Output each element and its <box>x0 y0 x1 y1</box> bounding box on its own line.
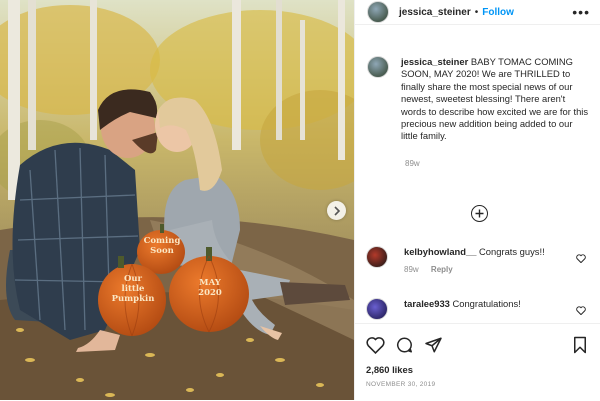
comment-body: kelbyhowland__ Congrats guys!! 89w Reply <box>404 246 545 276</box>
pumpkins <box>98 224 249 337</box>
more-options-icon[interactable]: ••• <box>572 5 590 19</box>
caption-body: BABY TOMAC COMING SOON, MAY 2020! We are… <box>401 56 589 142</box>
reply-button[interactable]: Reply <box>431 265 453 274</box>
small-pumpkin-text: Coming Soon <box>143 236 181 256</box>
share-icon[interactable] <box>424 336 443 354</box>
heart-icon[interactable] <box>366 336 385 354</box>
next-photo-button[interactable] <box>327 201 346 220</box>
comment-like-heart-icon[interactable] <box>576 254 586 263</box>
comment-text: Congratulations! <box>452 298 521 309</box>
avatar[interactable] <box>367 1 389 23</box>
separator-dot: • <box>474 6 479 18</box>
comment-text: Congrats guys!! <box>479 246 545 257</box>
comment-username[interactable]: kelbyhowland__ <box>404 246 476 257</box>
comment-avatar[interactable] <box>366 246 388 268</box>
comment-like-heart-icon[interactable] <box>576 306 586 315</box>
post-date: NOVEMBER 30, 2019 <box>366 381 436 388</box>
instagram-post: Coming Soon Our little Pumpkin MAY 2020 … <box>0 0 600 400</box>
caption-avatar[interactable] <box>367 56 389 78</box>
comment-username[interactable]: taralee933 <box>404 298 450 309</box>
post-actions: 2,860 likes NOVEMBER 30, 2019 <box>354 323 600 401</box>
comment-icon[interactable] <box>395 336 414 354</box>
left-pumpkin-text: Our little Pumpkin <box>111 274 155 304</box>
comment-body: taralee933 Congratulations! <box>404 298 521 320</box>
comment-time: 89w <box>404 265 419 274</box>
post-photo[interactable]: Coming Soon Our little Pumpkin MAY 2020 <box>0 0 354 400</box>
caption: jessica_steiner BABY TOMAC COMING SOON, … <box>355 25 600 143</box>
comment: taralee933 Congratulations! <box>366 298 521 320</box>
plus-circle-icon <box>475 209 484 218</box>
action-icons <box>366 336 443 354</box>
chevron-right-icon <box>333 205 340 216</box>
header-username[interactable]: jessica_steiner <box>399 7 471 18</box>
caption-time: 89w <box>405 158 420 168</box>
likes-count[interactable]: 2,860 likes <box>366 364 413 375</box>
follow-button[interactable]: Follow <box>482 7 514 18</box>
caption-username[interactable]: jessica_steiner <box>401 56 468 67</box>
bookmark-icon[interactable] <box>572 336 588 354</box>
right-pumpkin-text: MAY 2020 <box>198 278 222 298</box>
comment-meta: 89w Reply <box>404 264 545 276</box>
load-more-comments-button[interactable] <box>471 205 488 222</box>
caption-text: jessica_steiner BABY TOMAC COMING SOON, … <box>401 56 590 143</box>
comment: kelbyhowland__ Congrats guys!! 89w Reply <box>366 246 545 276</box>
comment-avatar[interactable] <box>366 298 388 320</box>
post-header: jessica_steiner • Follow ••• <box>355 0 600 25</box>
